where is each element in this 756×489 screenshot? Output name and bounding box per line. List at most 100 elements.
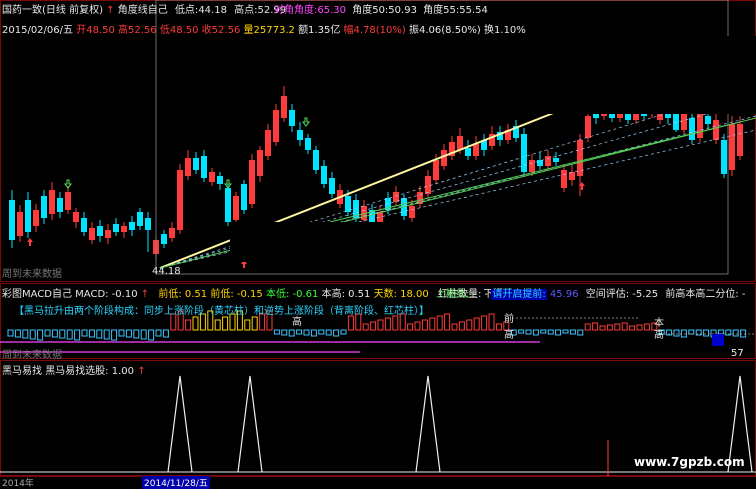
angle55-label: 角度55:	[423, 5, 460, 16]
time-axis[interactable]	[0, 476, 756, 488]
macd-bar	[185, 319, 192, 331]
macd-bar	[518, 329, 525, 334]
candle-body	[217, 176, 223, 184]
macd-bar	[717, 329, 724, 335]
macd-bar	[584, 323, 591, 331]
macd-bar	[37, 329, 44, 341]
high-label: 高点:	[234, 5, 258, 16]
macd-bar	[59, 329, 66, 339]
macd-bar	[732, 329, 739, 337]
macd-header-right: 红柱数量: - 请开启提前: 45.96 空间评估: -5.25 前高本高二分位…	[438, 285, 746, 300]
bar-date: 2015/02/06/五	[2, 25, 74, 36]
header-bar: 国药一致(日线 前复权) ↑ 角度线自己 低点:44.18 高点:52.99	[2, 1, 286, 16]
heima-title[interactable]: 黑马易找	[2, 366, 42, 377]
candle-body	[329, 178, 335, 194]
sell-arrow-icon	[302, 117, 310, 127]
stock-title[interactable]: 国药一致(日线 前复权)	[2, 5, 103, 16]
angle-value: 65.30	[317, 5, 347, 16]
candle-body	[89, 228, 95, 240]
macd-bar	[688, 329, 695, 335]
macd-bar	[599, 325, 606, 331]
heima-arrow-icon: ↑	[137, 366, 146, 377]
candle-body	[473, 144, 479, 156]
low-marker: 44.18	[152, 266, 181, 277]
candle-body	[681, 114, 687, 130]
candle-body	[721, 140, 727, 174]
candle-body	[113, 224, 119, 232]
candle-body	[425, 176, 431, 194]
candle-body	[297, 130, 303, 140]
macd-bar	[81, 329, 88, 337]
candle-body	[689, 118, 695, 140]
macd-bar	[296, 329, 303, 335]
macd-future-label: 周到未来数据	[2, 350, 62, 361]
macd-bar	[392, 315, 399, 331]
macd-bar	[362, 323, 369, 331]
candle-body	[41, 196, 47, 218]
macd-bar	[310, 329, 317, 337]
macd-bar	[577, 329, 584, 336]
candle-body	[49, 190, 55, 214]
macd-bar	[473, 317, 480, 331]
macd-bar	[96, 329, 103, 339]
macd-bar	[74, 329, 81, 341]
macd-marker-high: 高	[504, 330, 514, 341]
low-label: 低点:	[174, 5, 199, 16]
macd-bar	[281, 329, 288, 336]
candle-body	[241, 184, 247, 210]
candle-body	[281, 96, 287, 118]
macd-red-count: 红柱数量: -	[438, 289, 489, 300]
candle-body	[25, 200, 31, 232]
candle-body	[465, 148, 471, 156]
low-value: 44.18	[198, 5, 227, 16]
macd-right-value: 57	[731, 348, 744, 359]
macd-value: MACD: -0.10	[75, 289, 138, 300]
angle50-value: 50.93	[388, 5, 417, 16]
macd-prev-high: 前低: -0.15	[210, 289, 263, 300]
candle-body	[225, 188, 231, 222]
candle-body	[585, 116, 591, 138]
macd-bar	[540, 329, 547, 334]
macd-hint-value: 45.96	[549, 289, 579, 300]
candle-body	[409, 206, 415, 218]
candle-body	[169, 228, 175, 238]
high-price: 高52.56	[118, 25, 157, 36]
indicator-name[interactable]: 角度线自己	[118, 5, 168, 16]
candle-body	[433, 160, 439, 180]
candle-body	[561, 170, 567, 188]
macd-bar	[643, 323, 650, 331]
macd-bar	[414, 321, 421, 331]
macd-bar	[118, 329, 125, 337]
volume: 量25773.2	[243, 25, 295, 36]
heima-header: 黑马易找 黑马易找选股: 1.00 ↑	[2, 362, 146, 377]
macd-bar	[606, 324, 613, 331]
candle-body	[121, 226, 127, 232]
macd-bar	[621, 322, 628, 331]
support-line-green-2	[329, 121, 741, 223]
angle-label: 对角角度:	[274, 5, 318, 16]
macd-bar	[155, 329, 162, 337]
macd-bar	[384, 317, 391, 331]
macd-bar	[214, 319, 221, 331]
buy-arrow-icon	[27, 238, 33, 246]
macd-bar	[429, 317, 436, 331]
angle50-label: 角度50:	[352, 5, 389, 16]
macd-bar	[148, 329, 155, 341]
macd-bar	[14, 329, 21, 338]
candle-body	[289, 110, 295, 126]
candle-body	[249, 160, 255, 204]
macd-bar	[273, 329, 280, 335]
macd-arrow-icon: ↑	[140, 289, 150, 300]
occlusion-center	[230, 222, 528, 262]
macd-bar	[569, 329, 576, 335]
candle-body	[137, 212, 143, 226]
macd-bar	[370, 321, 377, 331]
macd-title[interactable]: 彩图MACD自己	[2, 289, 72, 300]
macd-bar	[222, 316, 229, 331]
macd-bar	[140, 329, 147, 340]
candle-body	[129, 222, 135, 230]
macd-marker-prev: 前	[504, 314, 514, 325]
macd-bar	[680, 329, 687, 338]
macd-bar	[481, 315, 488, 331]
heima-value: 1.00	[111, 366, 135, 377]
